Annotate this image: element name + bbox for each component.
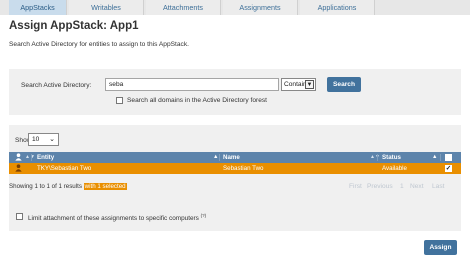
match-mode-select[interactable]: Contains ▼ (281, 78, 316, 91)
all-domains-label: Search all domains in the Active Directo… (127, 97, 267, 104)
limit-label-text: Limit attachment of these assignments to… (28, 215, 199, 223)
column-divider (219, 154, 220, 161)
search-button[interactable]: Search (327, 77, 361, 92)
column-divider (31, 154, 32, 161)
page-size-select[interactable]: 10 ⌄ (28, 133, 59, 146)
limit-checkbox[interactable] (16, 213, 23, 220)
sort-ascending-icon[interactable]: ▲ (432, 152, 437, 163)
column-name[interactable]: Name (223, 152, 240, 163)
user-icon (15, 152, 22, 163)
tab-bar: AppStacks Writables Attachments Assignme… (0, 0, 470, 15)
selected-count-badge: with 1 selected (83, 183, 127, 190)
tab-writables[interactable]: Writables (69, 0, 144, 15)
column-entity[interactable]: Entity (37, 152, 54, 163)
tab-applications[interactable]: Applications (300, 0, 375, 15)
column-divider (377, 154, 378, 161)
tab-appstacks[interactable]: AppStacks (9, 0, 67, 15)
pager-first[interactable]: First (349, 183, 362, 190)
sort-icon[interactable]: ▲▼ (25, 152, 35, 163)
sort-icon[interactable]: ▲▼ (370, 152, 380, 163)
row-name: Sebastian Two (223, 165, 264, 172)
chevron-down-icon: ⌄ (49, 136, 55, 143)
chevron-down-icon: ▼ (305, 80, 314, 89)
limit-label: Limit attachment of these assignments to… (28, 213, 206, 222)
pager-previous[interactable]: Previous (367, 183, 393, 190)
results-table-header: ▲▼ Entity ▲ Name ▲▼ Status ▲ (9, 152, 461, 163)
page-subtitle: Search Active Directory for entities to … (9, 41, 189, 48)
tab-attachments[interactable]: Attachments (146, 0, 221, 15)
row-status: Available (382, 165, 407, 172)
pager-next[interactable]: Next (410, 183, 424, 190)
row-checkbox[interactable]: ✓ (445, 165, 452, 172)
tab-assignments[interactable]: Assignments (223, 0, 298, 15)
search-panel: Search Active Directory: Contains ▼ Sear… (9, 69, 461, 115)
sort-ascending-icon[interactable]: ▲ (213, 152, 218, 163)
search-input[interactable] (105, 78, 279, 91)
results-info: Showing 1 to 1 of 1 results with 1 selec… (9, 183, 127, 190)
results-info-text: Showing 1 to 1 of 1 results (9, 183, 82, 190)
page-size-value: 10 (32, 136, 40, 143)
search-label: Search Active Directory: (21, 82, 92, 89)
table-row[interactable]: TKY\Sebastian Two Sebastian Two Availabl… (9, 163, 461, 174)
assign-button[interactable]: Assign (424, 240, 457, 255)
pager-page[interactable]: 1 (400, 183, 404, 190)
row-entity: TKY\Sebastian Two (37, 165, 92, 172)
help-icon[interactable]: (?) (201, 213, 207, 218)
user-icon (15, 163, 22, 174)
all-domains-checkbox[interactable] (116, 97, 123, 104)
column-divider (440, 154, 441, 161)
page-title: Assign AppStack: App1 (9, 20, 139, 32)
results-panel: Show 10 ⌄ ▲▼ Entity ▲ Name ▲▼ Status ▲ T… (9, 125, 461, 231)
pager-last[interactable]: Last (432, 183, 444, 190)
select-all-checkbox[interactable] (445, 154, 452, 161)
column-status[interactable]: Status (382, 152, 401, 163)
